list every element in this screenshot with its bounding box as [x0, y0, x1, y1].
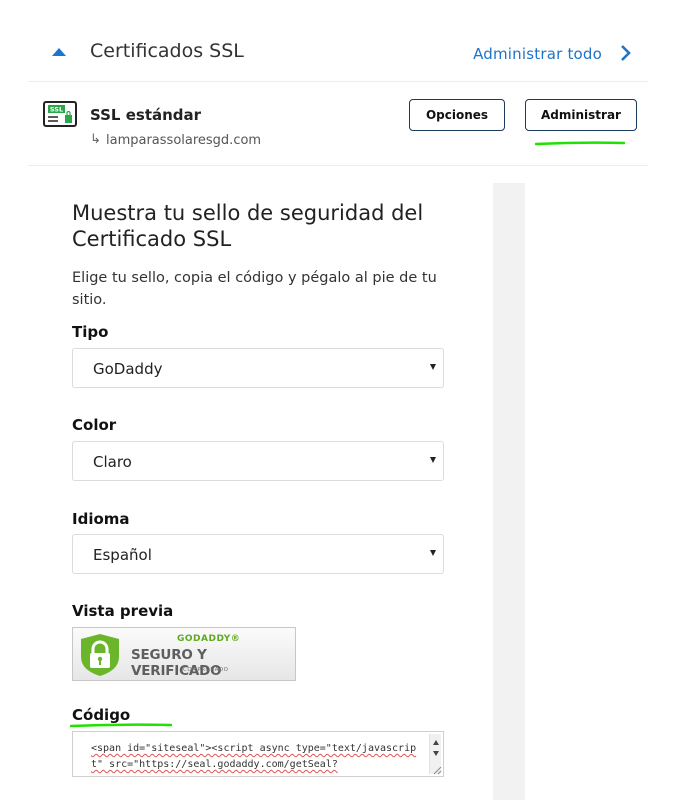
- badge-main-text: SEGURO Y VERIFICADO: [131, 647, 222, 679]
- type-select[interactable]: GoDaddy: [72, 348, 444, 388]
- manage-button[interactable]: Administrar: [525, 99, 637, 131]
- badge-brand: GODADDY®: [177, 634, 241, 644]
- seal-heading: Muestra tu sello de seguridad del Certif…: [72, 201, 424, 251]
- resize-grip-icon[interactable]: [432, 765, 442, 775]
- caret-up-icon[interactable]: [52, 48, 66, 56]
- preview-label: Vista previa: [72, 602, 174, 620]
- annotation-underline-manage: [535, 141, 625, 146]
- sub-arrow-icon: ↳: [90, 132, 101, 147]
- scroll-down-icon[interactable]: [433, 751, 439, 756]
- section-title: Certificados SSL: [90, 40, 244, 62]
- type-label: Tipo: [72, 323, 109, 341]
- code-textarea[interactable]: <span id="siteseal"><script async type="…: [72, 731, 444, 777]
- language-select[interactable]: Español: [72, 534, 444, 574]
- type-select-value: GoDaddy: [93, 360, 163, 378]
- dropdown-arrow-icon: [430, 550, 436, 556]
- color-select-value: Claro: [93, 453, 132, 471]
- dropdown-arrow-icon: [430, 457, 436, 463]
- product-name: SSL estándar: [90, 106, 202, 124]
- section-header: Certificados SSL Administrar todo: [28, 28, 648, 82]
- code-text: <span id="siteseal"><script async type="…: [91, 743, 417, 770]
- language-select-value: Español: [93, 546, 152, 564]
- dropdown-arrow-icon: [430, 364, 436, 370]
- shield-lock-icon: [81, 634, 119, 676]
- language-label: Idioma: [72, 510, 130, 528]
- annotation-underline-code: [70, 723, 172, 728]
- color-label: Color: [72, 416, 117, 434]
- scroll-up-icon[interactable]: [433, 740, 439, 745]
- seal-description: Elige tu sello, copia el código y pégalo…: [72, 270, 437, 308]
- panel-side-strip: [493, 183, 525, 800]
- seal-preview-badge: GODADDY® SEGURO Y VERIFICADO COMPROBADO: [72, 627, 296, 681]
- color-select[interactable]: Claro: [72, 441, 444, 481]
- options-button[interactable]: Opciones: [409, 99, 505, 131]
- ssl-icon-label: SSL: [50, 106, 63, 114]
- chevron-right-icon[interactable]: [618, 44, 634, 62]
- badge-sub-text: COMPROBADO: [183, 667, 229, 673]
- ssl-certificate-icon: SSL: [43, 101, 77, 127]
- manage-all-link[interactable]: Administrar todo: [473, 45, 602, 63]
- ssl-product-row: SSL SSL estándar ↳ lamparassolaresgd.com…: [28, 83, 648, 166]
- domain-name: lamparassolaresgd.com: [106, 133, 262, 148]
